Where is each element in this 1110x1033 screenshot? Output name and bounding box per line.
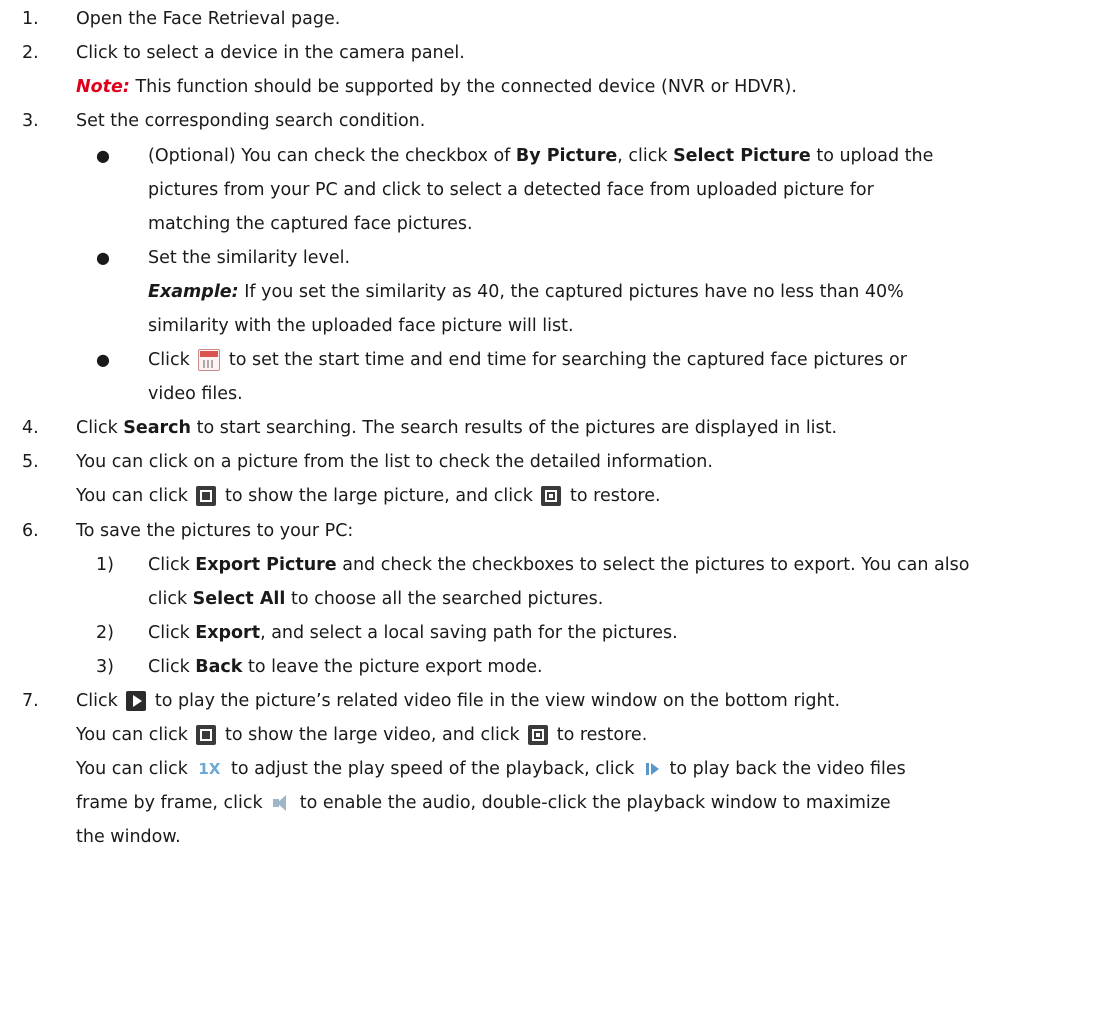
text: You can click xyxy=(76,725,194,745)
note-text: This function should be supported by the… xyxy=(129,77,797,97)
calendar-icon xyxy=(198,349,221,371)
text-line: the window. xyxy=(76,827,181,847)
step-text: To save the pictures to your PC: xyxy=(76,521,354,541)
step-number: 7. xyxy=(22,691,39,711)
audio-icon xyxy=(271,794,291,812)
text: (Optional) You can check the checkbox of xyxy=(148,146,516,166)
step-text: Click to select a device in the camera p… xyxy=(76,43,465,63)
step-text: You can click on a picture from the list… xyxy=(76,452,713,472)
text-line: click Select All to choose all the searc… xyxy=(148,582,603,616)
ui-term-search: Search xyxy=(123,418,192,438)
text: You can click xyxy=(76,486,194,506)
sub-step-number: 2) xyxy=(96,623,114,643)
bullet-icon: ● xyxy=(96,248,110,267)
step-text: Open the Face Retrieval page. xyxy=(76,9,341,29)
bullet-icon: ● xyxy=(96,146,110,165)
restore-icon xyxy=(541,486,562,506)
frame-forward-icon xyxy=(643,760,661,778)
text: If you set the similarity as 40, the cap… xyxy=(238,282,904,302)
ui-term-select-picture: Select Picture xyxy=(673,146,811,166)
text-line: video files. xyxy=(148,384,243,404)
text-line: You can click to show the large video, a… xyxy=(76,718,647,752)
step-text: Set the corresponding search condition. xyxy=(76,111,426,131)
text: Click xyxy=(76,418,124,438)
ui-term-export: Export xyxy=(195,623,261,643)
text-line: You can click to show the large picture,… xyxy=(76,479,661,513)
text: click xyxy=(148,589,193,609)
step-number: 5. xyxy=(22,452,39,472)
speed-icon: 1X xyxy=(198,760,221,778)
text: Click xyxy=(148,657,196,677)
text: , click xyxy=(617,146,674,166)
example-label: Example: xyxy=(148,282,239,302)
sub-step-1: 1) Click Export Picture and check the ch… xyxy=(0,548,1110,582)
step-number: 4. xyxy=(22,418,39,438)
text: Set the similarity level. xyxy=(148,248,351,268)
text-line: pictures from your PC and click to selec… xyxy=(148,180,874,200)
text: to choose all the searched pictures. xyxy=(285,589,604,609)
text: to restore. xyxy=(551,725,648,745)
maximize-icon xyxy=(196,725,217,745)
note: Note: This function should be supported … xyxy=(76,70,797,104)
restore-icon xyxy=(528,725,549,745)
sub-step-number: 1) xyxy=(96,555,114,575)
text: frame by frame, click xyxy=(76,793,269,813)
text: and check the checkboxes to select the p… xyxy=(336,555,970,575)
text: to enable the audio, double-click the pl… xyxy=(294,793,891,813)
text-line: You can click 1X to adjust the play spee… xyxy=(76,752,906,786)
text-line: matching the captured face pictures. xyxy=(148,214,473,234)
text: to restore. xyxy=(564,486,661,506)
text: Click xyxy=(76,691,124,711)
step-number: 6. xyxy=(22,521,39,541)
text: to upload the xyxy=(810,146,934,166)
text: to show the large picture, and click xyxy=(219,486,539,506)
bullet-icon: ● xyxy=(96,350,110,369)
ui-term-back: Back xyxy=(195,657,243,677)
bullet-item: ● (Optional) You can check the checkbox … xyxy=(0,139,1110,173)
maximize-icon xyxy=(196,486,217,506)
sub-step-number: 3) xyxy=(96,657,114,677)
text: to start searching. The search results o… xyxy=(191,418,838,438)
text-line: similarity with the uploaded face pictur… xyxy=(148,316,574,336)
ui-term-export-picture: Export Picture xyxy=(195,555,337,575)
text: to leave the picture export mode. xyxy=(242,657,543,677)
text: to set the start time and end time for s… xyxy=(223,350,907,370)
step-number: 3. xyxy=(22,111,39,131)
step-number: 1. xyxy=(22,9,39,29)
step-number: 2. xyxy=(22,43,39,63)
ui-term-by-picture: By Picture xyxy=(515,146,618,166)
text: Click xyxy=(148,350,196,370)
text: to show the large video, and click xyxy=(219,725,526,745)
text: Click xyxy=(148,623,196,643)
text: Click xyxy=(148,555,196,575)
text: , and select a local saving path for the… xyxy=(260,623,678,643)
ui-term-select-all: Select All xyxy=(192,589,286,609)
example: Example: If you set the similarity as 40… xyxy=(148,275,904,309)
note-label: Note: xyxy=(76,77,130,97)
play-icon xyxy=(126,691,147,711)
text: to play back the video files xyxy=(663,759,906,779)
text: to adjust the play speed of the playback… xyxy=(225,759,640,779)
text: You can click xyxy=(76,759,194,779)
text: to play the picture’s related video file… xyxy=(149,691,841,711)
text-line: frame by frame, click to enable the audi… xyxy=(76,786,891,820)
